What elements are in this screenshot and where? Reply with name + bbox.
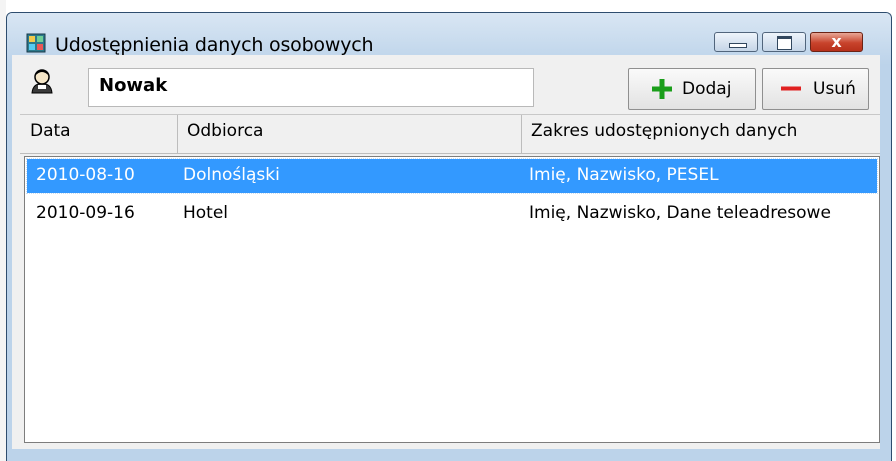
remove-button[interactable]: Usuń (762, 68, 869, 110)
close-button[interactable]: x (810, 32, 863, 52)
plus-icon (652, 79, 672, 99)
table-header: Data Odbiorca Zakres udostępnionych dany… (20, 114, 880, 154)
minimize-button[interactable] (714, 32, 758, 52)
row-recipient: Dolnośląski (183, 165, 280, 185)
window-title: Udostępnienia danych osobowych (55, 34, 374, 56)
table-row[interactable]: 2010-08-10 Dolnośląski Imię, Nazwisko, P… (26, 158, 878, 194)
close-icon: x (831, 32, 842, 51)
minimize-icon (729, 43, 747, 48)
person-icon (31, 69, 53, 94)
column-header-data[interactable]: Data (20, 115, 177, 153)
app-icon (26, 33, 46, 53)
row-recipient: Hotel (183, 203, 229, 223)
maximize-icon (777, 36, 792, 50)
row-date: 2010-09-16 (36, 203, 135, 223)
table-row[interactable]: 2010-09-16 Hotel Imię, Nazwisko, Dane te… (27, 197, 877, 231)
minus-icon (781, 86, 801, 91)
column-header-odbiorca[interactable]: Odbiorca (177, 115, 521, 153)
person-name-field[interactable]: Nowak (88, 68, 534, 107)
maximize-button[interactable] (762, 32, 806, 52)
add-button-label: Dodaj (682, 79, 732, 99)
column-header-zakres[interactable]: Zakres udostępnionych danych (521, 115, 880, 153)
sharing-list[interactable]: 2010-08-10 Dolnośląski Imię, Nazwisko, P… (24, 156, 880, 443)
row-scope: Imię, Nazwisko, Dane teleadresowe (529, 203, 831, 223)
remove-button-label: Usuń (813, 79, 856, 99)
row-date: 2010-08-10 (36, 165, 135, 185)
add-button[interactable]: Dodaj (628, 68, 756, 110)
row-scope: Imię, Nazwisko, PESEL (529, 165, 719, 185)
